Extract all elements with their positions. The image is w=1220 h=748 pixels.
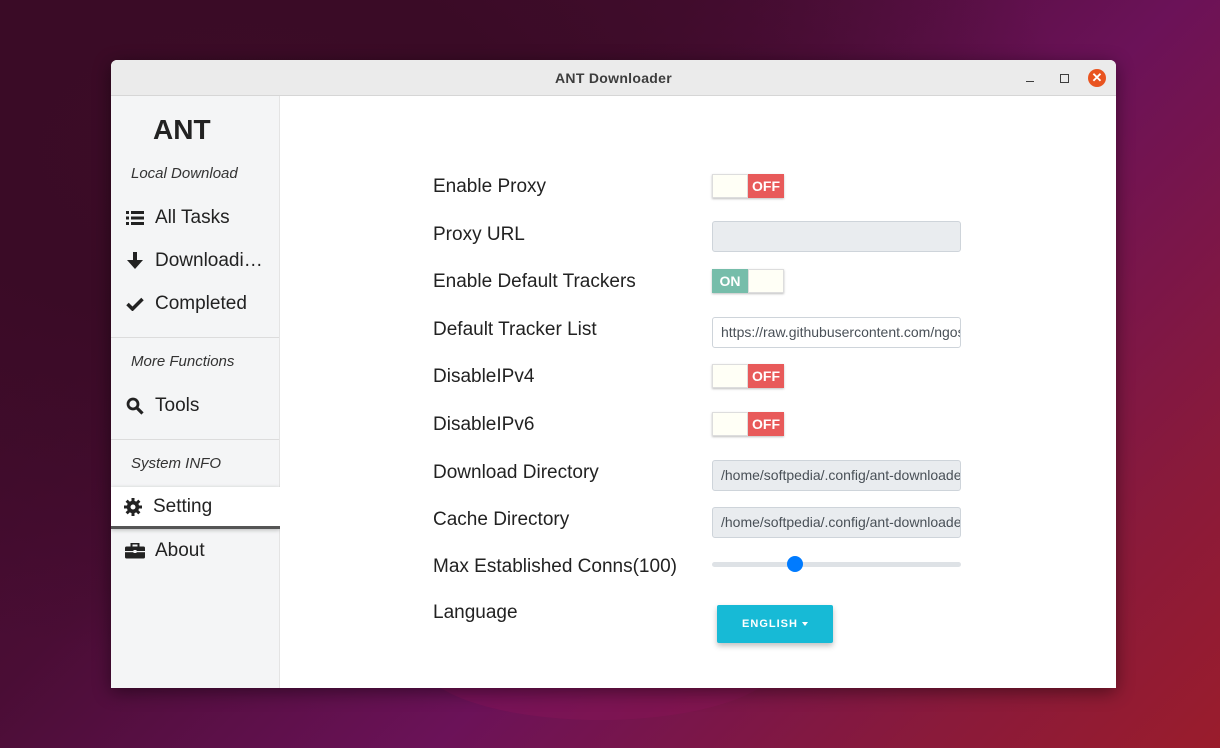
- sidebar-item-label: All Tasks: [155, 207, 230, 228]
- toggle-state: OFF: [748, 174, 784, 198]
- sidebar-item-about[interactable]: About: [111, 531, 279, 571]
- sidebar-item-label: Tools: [155, 395, 200, 416]
- minimize-button[interactable]: [1020, 68, 1040, 88]
- language-label: Language: [433, 602, 518, 623]
- search-icon: [125, 397, 145, 415]
- close-button[interactable]: ✕: [1088, 69, 1106, 87]
- disable-ipv6-label: DisableIPv6: [433, 414, 535, 435]
- sidebar-divider: [111, 439, 279, 440]
- window-title: ANT Downloader: [555, 70, 672, 86]
- caret-down-icon: [801, 622, 808, 626]
- enable-proxy-toggle[interactable]: OFF: [712, 174, 784, 198]
- maximize-icon: [1059, 73, 1069, 83]
- settings-panel: Enable Proxy OFF Proxy URL Enable Defaul…: [280, 96, 1116, 688]
- sidebar-item-label: Completed: [155, 293, 247, 314]
- disable-ipv4-toggle[interactable]: OFF: [712, 364, 784, 388]
- sidebar-item-setting[interactable]: Setting: [111, 487, 280, 529]
- sidebar-item-downloading[interactable]: Downloadi…: [111, 241, 279, 281]
- download-directory-input[interactable]: /home/softpedia/.config/ant-downloader: [712, 460, 961, 491]
- sidebar-item-completed[interactable]: Completed: [111, 284, 279, 324]
- cache-directory-input[interactable]: /home/softpedia/.config/ant-downloader: [712, 507, 961, 538]
- sidebar-item-tools[interactable]: Tools: [111, 386, 279, 426]
- close-icon: ✕: [1091, 70, 1103, 85]
- section-label-system-info: System INFO: [131, 455, 222, 472]
- slider-thumb[interactable]: [787, 556, 803, 572]
- gear-icon: [123, 497, 143, 516]
- slider-track: [712, 562, 961, 567]
- enable-proxy-label: Enable Proxy: [433, 176, 547, 197]
- enable-default-trackers-label: Enable Default Trackers: [433, 271, 636, 292]
- max-conns-slider[interactable]: [712, 556, 961, 572]
- list-icon: [125, 210, 145, 226]
- proxy-url-label: Proxy URL: [433, 224, 525, 245]
- toggle-knob: [712, 364, 748, 388]
- sidebar-divider: [111, 337, 279, 338]
- disable-ipv6-toggle[interactable]: OFF: [712, 412, 784, 436]
- proxy-url-input[interactable]: [712, 221, 961, 252]
- sidebar-item-label: Downloadi…: [155, 250, 263, 271]
- sidebar-item-all-tasks[interactable]: All Tasks: [111, 198, 279, 238]
- section-label-local-download: Local Download: [131, 165, 238, 182]
- app-brand: ANT: [153, 114, 211, 145]
- toggle-state: ON: [712, 269, 748, 293]
- default-tracker-list-input[interactable]: https://raw.githubusercontent.com/ngosan…: [712, 317, 961, 348]
- enable-default-trackers-toggle[interactable]: ON: [712, 269, 784, 293]
- sidebar-item-label: Setting: [153, 495, 213, 517]
- app-window: ANT Downloader ✕ ANT Local Download All …: [111, 60, 1116, 688]
- check-icon: [125, 297, 145, 311]
- download-directory-label: Download Directory: [433, 462, 599, 483]
- briefcase-icon: [125, 543, 145, 559]
- default-tracker-list-label: Default Tracker List: [433, 319, 597, 340]
- sidebar-item-label: About: [155, 540, 205, 561]
- language-selected: ENGLISH: [742, 618, 798, 630]
- cache-directory-label: Cache Directory: [433, 509, 570, 530]
- sidebar: ANT Local Download All Tasks Downloadi… …: [111, 96, 280, 688]
- toggle-knob: [748, 269, 784, 293]
- toggle-knob: [712, 174, 748, 198]
- toggle-knob: [712, 412, 748, 436]
- max-conns-label: Max Established Conns(100): [433, 556, 677, 577]
- minimize-icon: [1026, 80, 1034, 82]
- section-label-more-functions: More Functions: [131, 353, 235, 370]
- toggle-state: OFF: [748, 412, 784, 436]
- language-dropdown-button[interactable]: ENGLISH: [717, 605, 833, 643]
- disable-ipv4-label: DisableIPv4: [433, 366, 535, 387]
- download-arrow-icon: [125, 252, 145, 270]
- toggle-state: OFF: [748, 364, 784, 388]
- maximize-button[interactable]: [1054, 68, 1074, 88]
- title-bar: ANT Downloader ✕: [111, 60, 1116, 96]
